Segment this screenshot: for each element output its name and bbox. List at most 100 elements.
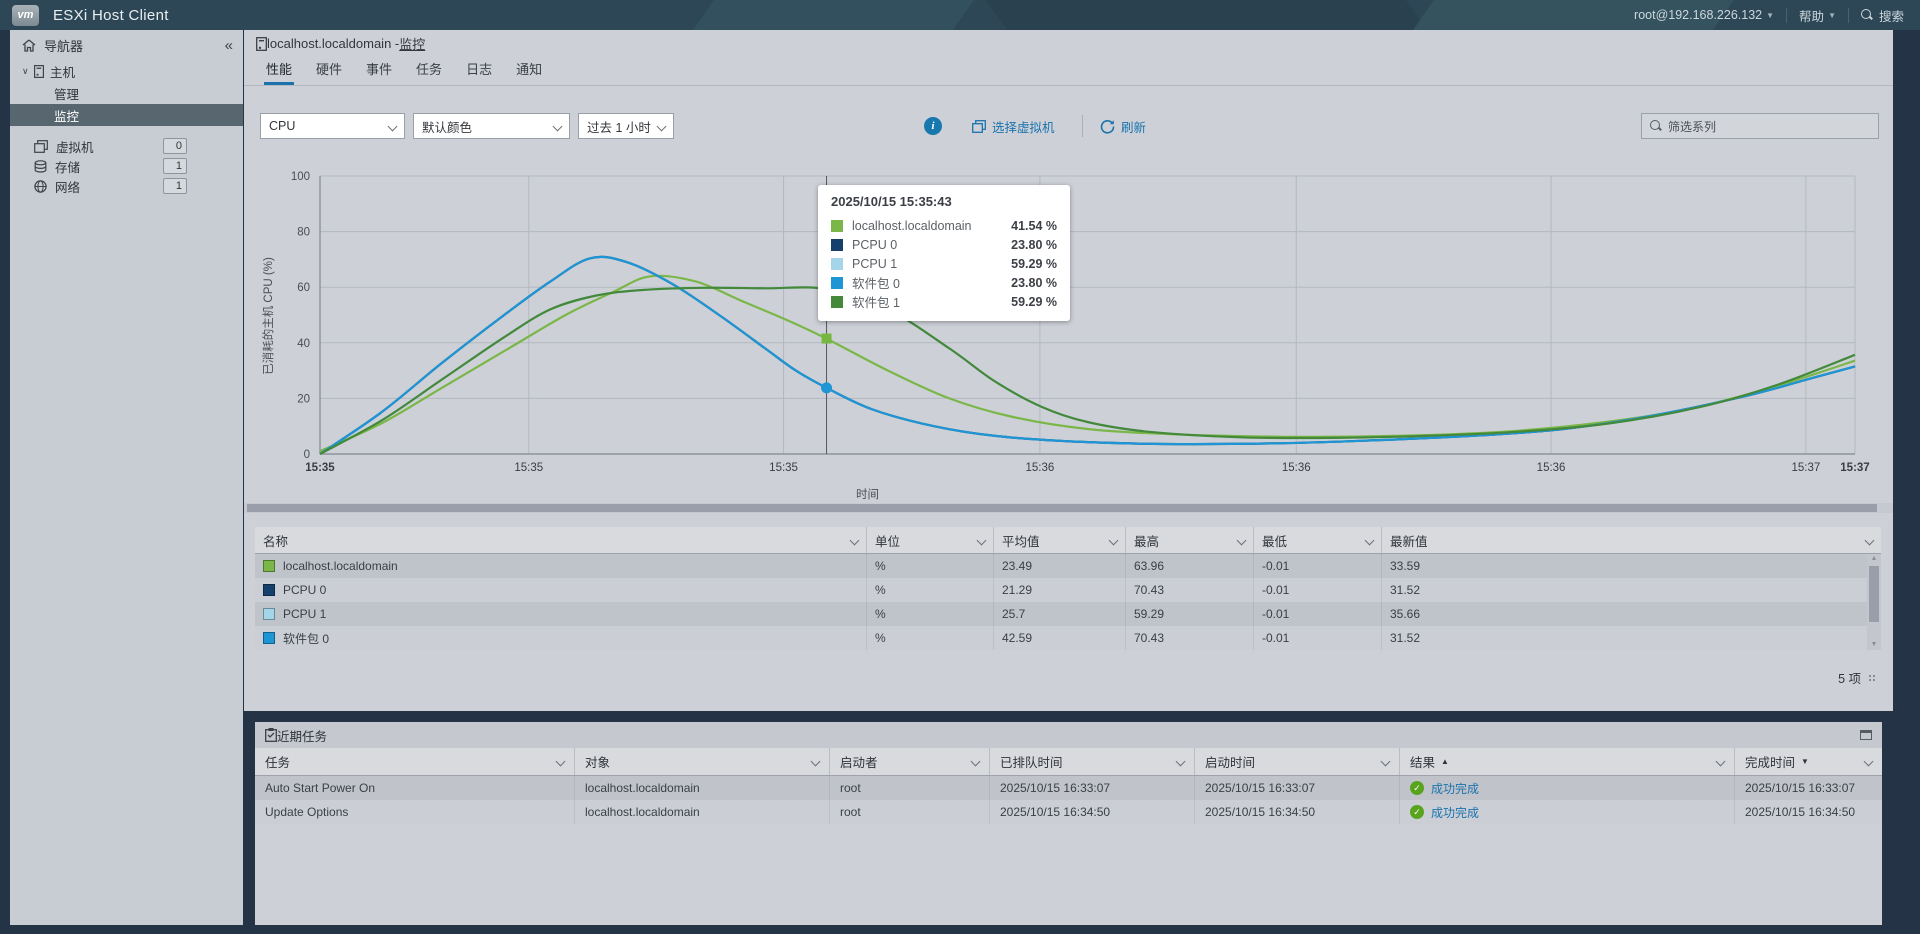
tab-通知[interactable]: 通知 — [506, 54, 552, 85]
column-menu-icon[interactable] — [556, 757, 566, 767]
cell-latest: 35.66 — [1382, 602, 1881, 626]
title-monitor-link[interactable]: 监控 — [399, 34, 425, 53]
metric-select[interactable]: CPU — [260, 113, 405, 139]
palette-select-value: 默认颜色 — [422, 117, 472, 136]
task-result-link[interactable]: 成功完成 — [1431, 804, 1479, 821]
cell-min: -0.01 — [1254, 602, 1382, 626]
sidebar-item-label: 主机 — [50, 62, 75, 81]
tooltip-series-name: 软件包 1 — [852, 292, 900, 311]
sidebar-item-label: 虚拟机 — [56, 137, 94, 156]
column-menu-icon[interactable] — [1365, 535, 1375, 545]
help-menu[interactable]: 帮助 ▼ — [1799, 6, 1836, 25]
column-header-最新值[interactable]: 最新值 — [1382, 527, 1881, 553]
metric-select-value: CPU — [269, 119, 295, 133]
column-menu-icon[interactable] — [1176, 757, 1186, 767]
time-range-select[interactable]: 过去 1 小时 — [578, 113, 674, 139]
expand-twisty-icon[interactable]: ∨ — [22, 66, 32, 77]
table-row[interactable]: PCPU 1%25.759.29-0.0135.66 — [255, 602, 1881, 626]
count-badge: 1 — [163, 178, 187, 194]
sidebar-item-管理[interactable]: 管理 — [10, 82, 243, 104]
select-vms-button[interactable]: 选择虚拟机 — [972, 117, 1055, 136]
table-row[interactable]: PCPU 0%21.2970.43-0.0131.52 — [255, 578, 1881, 602]
column-header-最高[interactable]: 最高 — [1126, 527, 1254, 553]
sidebar-item-存储[interactable]: 存储1 — [10, 156, 243, 176]
series-color-swatch — [263, 608, 275, 620]
column-header-任务[interactable]: 任务 — [255, 748, 575, 775]
chart-horizontal-scrollbar[interactable] — [244, 503, 1893, 513]
user-menu[interactable]: root@192.168.226.132 ▼ — [1634, 8, 1774, 22]
column-header-单位[interactable]: 单位 — [867, 527, 994, 553]
resize-grip[interactable] — [1867, 673, 1875, 681]
column-menu-icon[interactable] — [977, 535, 987, 545]
column-header-结果[interactable]: 结果▲ — [1400, 748, 1735, 775]
scroll-up-icon[interactable]: ▲ — [1871, 554, 1878, 564]
column-header-平均值[interactable]: 平均值 — [994, 527, 1126, 553]
collapse-sidebar-button[interactable]: « — [225, 37, 233, 54]
cell-task: Update Options — [255, 800, 575, 824]
cell-started: 2025/10/15 16:34:50 — [1195, 800, 1400, 824]
scrollbar-thumb[interactable] — [247, 504, 1877, 512]
task-result-link[interactable]: 成功完成 — [1431, 780, 1479, 797]
tab-硬件[interactable]: 硬件 — [306, 54, 352, 85]
chevron-down-icon: ▼ — [1828, 11, 1836, 20]
column-header-最低[interactable]: 最低 — [1254, 527, 1382, 553]
navigator-title: 导航器 — [44, 36, 83, 55]
tab-日志[interactable]: 日志 — [456, 54, 502, 85]
series-color-swatch — [831, 296, 843, 308]
cell-max: 59.29 — [1126, 602, 1254, 626]
info-icon[interactable]: i — [924, 117, 942, 135]
svg-text:20: 20 — [297, 393, 310, 405]
expand-panel-icon[interactable] — [1860, 730, 1872, 740]
column-menu-icon[interactable] — [811, 757, 821, 767]
sidebar-item-监控[interactable]: 监控 — [10, 104, 243, 126]
column-header-完成时间[interactable]: 完成时间▼ — [1735, 748, 1882, 775]
scrollbar-thumb[interactable] — [1869, 566, 1879, 622]
cell-started: 2025/10/15 16:33:07 — [1195, 776, 1400, 800]
tab-性能[interactable]: 性能 — [256, 54, 302, 85]
tab-任务[interactable]: 任务 — [406, 54, 452, 85]
top-bar: vm ESXi Host Client root@192.168.226.132… — [0, 0, 1920, 30]
column-menu-icon[interactable] — [850, 535, 860, 545]
palette-select[interactable]: 默认颜色 — [413, 113, 570, 139]
task-row[interactable]: Auto Start Power Onlocalhost.localdomain… — [255, 776, 1882, 800]
sidebar-item-label: 存储 — [55, 157, 80, 176]
cell-unit: % — [867, 554, 994, 578]
refresh-button[interactable]: 刷新 — [1100, 117, 1146, 136]
column-header-启动时间[interactable]: 启动时间 — [1195, 748, 1400, 775]
table-row[interactable]: localhost.localdomain%23.4963.96-0.0133.… — [255, 554, 1881, 578]
column-menu-icon[interactable] — [1237, 535, 1247, 545]
tab-事件[interactable]: 事件 — [356, 54, 402, 85]
column-menu-icon[interactable] — [1716, 757, 1726, 767]
column-menu-icon[interactable] — [1865, 535, 1875, 545]
column-menu-icon[interactable] — [1381, 757, 1391, 767]
column-header-启动者[interactable]: 启动者 — [830, 748, 990, 775]
sidebar-item-网络[interactable]: 网络1 — [10, 176, 243, 196]
tooltip-series-value: 41.54 % — [1011, 219, 1057, 233]
cell-max: 70.43 — [1126, 578, 1254, 602]
task-row[interactable]: Update Optionslocalhost.localdomainroot2… — [255, 800, 1882, 824]
home-icon — [22, 39, 36, 52]
scroll-down-icon[interactable]: ▼ — [1871, 640, 1878, 650]
search-button[interactable]: 搜索 — [1861, 6, 1904, 25]
column-header-名称[interactable]: 名称 — [255, 527, 867, 553]
filter-series-input[interactable]: 筛选系列 — [1641, 113, 1879, 139]
column-header-对象[interactable]: 对象 — [575, 748, 830, 775]
column-menu-icon[interactable] — [1109, 535, 1119, 545]
svg-text:15:35: 15:35 — [769, 462, 798, 474]
success-check-icon: ✓ — [1410, 781, 1424, 795]
column-menu-icon[interactable] — [1864, 757, 1874, 767]
table-row[interactable]: 软件包 0%42.5970.43-0.0131.52 — [255, 626, 1881, 650]
storage-icon — [34, 160, 47, 173]
column-header-已排队时间[interactable]: 已排队时间 — [990, 748, 1195, 775]
sidebar-item-虚拟机[interactable]: 虚拟机0 — [10, 136, 243, 156]
cell-average: 23.49 — [994, 554, 1126, 578]
cell-unit: % — [867, 626, 994, 650]
series-color-swatch — [831, 258, 843, 270]
column-menu-icon[interactable] — [971, 757, 981, 767]
table-vertical-scrollbar[interactable]: ▲ ▼ — [1867, 554, 1881, 650]
page-title: localhost.localdomain - 监控 — [244, 30, 1893, 57]
tooltip-timestamp: 2025/10/15 15:35:43 — [831, 194, 1057, 209]
performance-chart[interactable]: 02040608010015:3515:3515:3515:3615:3615:… — [244, 144, 1893, 502]
sidebar-item-主机[interactable]: ∨ 主机 — [10, 60, 243, 82]
svg-text:40: 40 — [297, 338, 310, 350]
